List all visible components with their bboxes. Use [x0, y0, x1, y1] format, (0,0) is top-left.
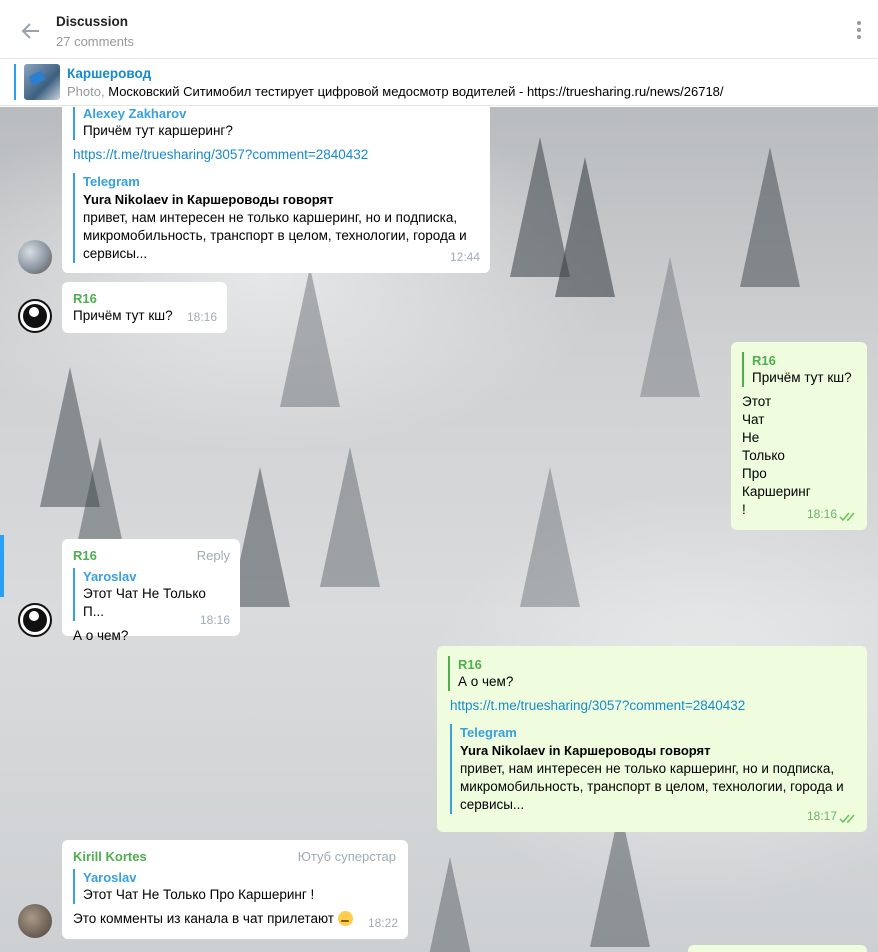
more-options-icon[interactable]	[854, 21, 864, 41]
message-text: Это комменты из канала в чат прилетают	[73, 910, 397, 928]
message-time: 18:17	[806, 809, 837, 823]
pinned-prefix: Photo,	[67, 84, 105, 99]
sender-name[interactable]: R16	[73, 290, 216, 307]
reply-author: R16	[458, 657, 482, 672]
message-time: 18:16	[806, 507, 837, 521]
smirk-emoji-icon	[337, 911, 353, 926]
text-line: Каршеринг	[742, 484, 811, 499]
preview-text-line: сервисы...	[460, 797, 525, 812]
link-preview[interactable]: Telegram Yura Nikolaev in Каршероводы го…	[73, 173, 479, 263]
reply-quote[interactable]: R16 Причём тут кш?	[742, 352, 856, 387]
avatar[interactable]	[18, 240, 52, 274]
text-line: Только	[742, 448, 785, 463]
preview-text: привет, нам интересен не только каршерин…	[83, 210, 467, 261]
message-text: Этот Чат Не Только Про Каршеринг !	[742, 393, 856, 519]
avatar[interactable]	[18, 904, 52, 938]
chat-header: Discussion 27 comments	[0, 0, 878, 59]
message-time: 18:16	[186, 310, 217, 324]
message-time: 18:16	[199, 613, 230, 627]
preview-text-line: привет, нам интересен не только каршерин…	[460, 761, 835, 776]
pinned-photo-thumbnail	[24, 64, 60, 100]
preview-site: Telegram	[460, 725, 517, 740]
pinned-accent-bar	[14, 64, 16, 100]
outgoing-message-bubble[interactable]: R16 А о чем? https://t.me/truesharing/30…	[437, 646, 867, 832]
member-title-badge: Ютуб суперстар	[297, 849, 396, 864]
reply-quote[interactable]: Alexey Zakharov Причём тут каршеринг?	[73, 107, 479, 140]
message-time: 18:22	[367, 916, 398, 930]
link-preview[interactable]: Telegram Yura Nikolaev in Каршероводы го…	[450, 724, 856, 814]
message-text: А о чем?	[73, 628, 129, 643]
outgoing-message-bubble[interactable]	[688, 945, 867, 952]
text-line: Чат	[742, 412, 765, 427]
double-check-icon	[839, 512, 855, 522]
reply-text: Этот Чат Не Только Про Каршеринг !	[83, 887, 315, 902]
reply-text: Причём тут кш?	[752, 370, 852, 385]
message-bubble[interactable]: Alexey Zakharov Причём тут каршеринг? ht…	[62, 107, 490, 273]
reply-author: Yaroslav	[83, 569, 137, 584]
chat-area[interactable]: Alexey Zakharov Причём тут каршеринг? ht…	[0, 107, 878, 952]
text-line: Этот	[742, 394, 772, 409]
reply-button[interactable]: Reply	[197, 547, 230, 565]
message-body: Это комменты из канала в чат прилетают	[73, 911, 334, 926]
reply-quote[interactable]: Yaroslav Этот Чат Не Только Про Каршерин…	[73, 869, 397, 904]
message-link[interactable]: https://t.me/truesharing/3057?comment=28…	[73, 146, 479, 164]
pinned-text: Photo, Московский Ситимобил тестирует ци…	[67, 84, 724, 99]
scroll-position-indicator	[0, 535, 4, 597]
message-bubble[interactable]: R16 Reply Yaroslav Этот Чат Не Только П.…	[62, 539, 240, 643]
preview-text-line: микромобильность, транспорт в целом, тех…	[460, 779, 844, 794]
text-line: Не	[742, 430, 760, 445]
pinned-message[interactable]: Каршеровод Photo, Московский Ситимобил т…	[0, 59, 878, 106]
message-link[interactable]: https://t.me/truesharing/3057?comment=28…	[450, 697, 856, 715]
pinned-body: Московский Ситимобил тестирует цифровой …	[108, 84, 724, 99]
reply-author: Yaroslav	[83, 870, 137, 885]
outgoing-message-bubble[interactable]: R16 Причём тут кш? Этот Чат Не Только Пр…	[731, 342, 867, 530]
message-bubble[interactable]: R16 Причём тут кш? 18:16	[62, 282, 227, 333]
message-time: 12:44	[449, 250, 480, 264]
text-line: Про	[742, 466, 767, 481]
preview-title: Yura Nikolaev in Каршероводы говорят	[460, 743, 711, 758]
reply-text: Причём тут каршеринг?	[83, 123, 233, 138]
header-title: Discussion	[56, 14, 129, 29]
back-arrow-icon[interactable]	[19, 19, 43, 43]
message-bubble[interactable]: Kirill Kortes Ютуб суперстар Yaroslav Эт…	[62, 840, 408, 939]
comment-count: 27 comments	[56, 34, 135, 49]
pinned-channel-name: Каршеровод	[67, 66, 152, 81]
double-check-icon	[839, 814, 855, 824]
reply-author: R16	[752, 353, 776, 368]
preview-site: Telegram	[83, 174, 140, 189]
avatar[interactable]	[18, 299, 52, 333]
avatar[interactable]	[18, 603, 52, 637]
preview-title: Yura Nikolaev in Каршероводы говорят	[83, 192, 334, 207]
reply-author: Alexey Zakharov	[83, 107, 187, 121]
reply-quote[interactable]: R16 А о чем?	[448, 656, 856, 691]
reply-text: А о чем?	[458, 674, 514, 689]
